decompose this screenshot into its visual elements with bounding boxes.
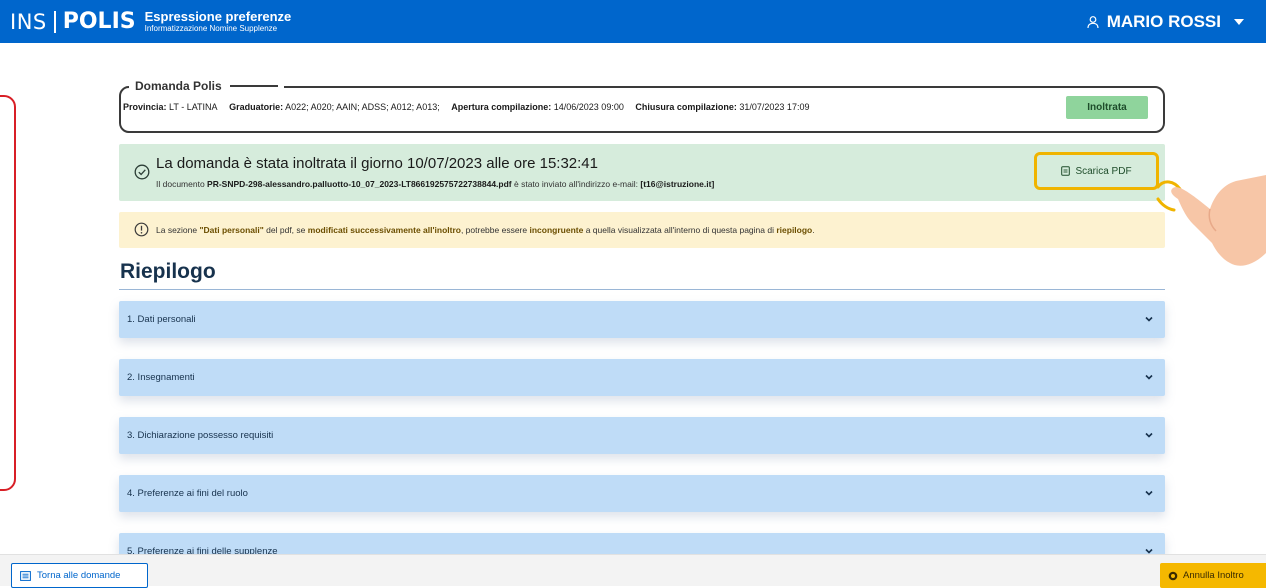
check-circle-icon (134, 164, 150, 180)
provincia-label: Provincia: (123, 102, 167, 112)
warning-alert: La sezione "Dati personali" del pdf, se … (119, 212, 1165, 248)
pdf-filename: PR-SNPD-298-alessandro.palluotto-10_07_2… (207, 179, 512, 189)
success-alert: La domanda è stata inoltrata il giorno 1… (119, 144, 1165, 201)
exclamation-circle-icon (134, 222, 149, 237)
warning-text-part: a quella visualizzata all'interno di que… (585, 225, 774, 235)
graduatorie-value: A022; A020; AAIN; ADSS; A012; A013; (285, 102, 440, 112)
success-title: La domanda è stata inoltrata il giorno 1… (156, 155, 598, 172)
riepilogo-title: Riepilogo (120, 260, 216, 283)
warning-text-part: La sezione (156, 225, 198, 235)
accordion-label: 4. Preferenze ai fini del ruolo (127, 488, 248, 499)
annulla-label: Annulla Inoltro (1183, 570, 1244, 581)
accordion-insegnamenti[interactable]: 2. Insegnamenti (119, 359, 1165, 396)
ins-polis-logo[interactable]: INS POLIS (10, 0, 136, 43)
accordion-dati-personali[interactable]: 1. Dati personali (119, 301, 1165, 338)
chiusura-value: 31/07/2023 17:09 (739, 102, 810, 112)
top-bar: INS POLIS Espressione preferenze Informa… (0, 0, 1266, 43)
accordion-label: 2. Insegnamenti (127, 372, 195, 383)
bottom-action-bar: Torna alle domande Annulla Inoltro (0, 554, 1266, 588)
pointing-hand-icon (1156, 175, 1266, 266)
scarica-pdf-label: Scarica PDF (1075, 165, 1132, 177)
stop-circle-icon (1168, 571, 1178, 580)
warning-text-bold: riepilogo (776, 225, 813, 235)
list-icon (20, 570, 31, 581)
logo-ins-text: INS (10, 9, 47, 34)
chevron-down-icon (1145, 490, 1153, 496)
status-badge: Inoltrata (1066, 96, 1148, 119)
legend-line (229, 85, 278, 87)
chiusura-label: Chiusura compilazione: (635, 102, 737, 112)
user-name: MARIO ROSSI (1106, 11, 1221, 31)
domanda-legend-label: Domanda Polis (135, 79, 222, 93)
warning-text-part: , potrebbe essere (460, 225, 528, 235)
user-icon (1087, 15, 1099, 28)
accordion-label: 1. Dati personali (127, 314, 196, 325)
email-address: [t16@istruzione.it] (640, 179, 715, 189)
domanda-legend: Domanda Polis (129, 79, 284, 93)
success-text: Il documento PR-SNPD-298-alessandro.pall… (156, 179, 714, 189)
accordion-preferenze-ruolo[interactable]: 4. Preferenze ai fini del ruolo (119, 475, 1165, 512)
warning-text-bold: "Dati personali" (199, 225, 264, 235)
accordion-label: 3. Dichiarazione possesso requisiti (127, 430, 274, 441)
annulla-inoltro-button[interactable]: Annulla Inoltro (1160, 563, 1266, 588)
accordion-dichiarazione-requisiti[interactable]: 3. Dichiarazione possesso requisiti (119, 417, 1165, 454)
annotation-red-frame (0, 95, 16, 491)
caret-down-icon (1234, 18, 1244, 25)
chevron-down-icon (1145, 374, 1153, 380)
success-text-prefix: Il documento (156, 179, 205, 189)
chevron-down-icon (1145, 316, 1153, 322)
apertura-value: 14/06/2023 09:00 (553, 102, 624, 112)
graduatorie-label: Graduatorie: (229, 102, 284, 112)
logo-polis-text: POLIS (62, 9, 136, 34)
user-menu[interactable]: MARIO ROSSI (1086, 0, 1244, 43)
warning-text: La sezione "Dati personali" del pdf, se … (156, 225, 815, 235)
logo-separator (53, 10, 56, 33)
warning-text-part: . (812, 225, 815, 235)
success-text-middle: è stato inviato all'indirizzo e-mail: (514, 179, 638, 189)
scarica-pdf-button[interactable]: Scarica PDF (1034, 152, 1159, 190)
torna-label: Torna alle domande (37, 570, 121, 581)
title-divider (119, 289, 1165, 290)
warning-text-bold: incongruente (529, 225, 584, 235)
provincia-value: LT - LATINA (169, 102, 218, 112)
warning-text-part: del pdf, se (266, 225, 306, 235)
app-title-block: Espressione preferenze Informatizzazione… (145, 10, 292, 33)
app-subtitle: Informatizzazione Nomine Supplenze (144, 24, 278, 33)
warning-text-bold: modificati successivamente all'inoltro (307, 225, 461, 235)
domanda-info: Provincia: LT - LATINA Graduatorie: A022… (123, 102, 809, 112)
apertura-label: Apertura compilazione: (451, 102, 552, 112)
domanda-polis-panel: Domanda Polis Provincia: LT - LATINA Gra… (119, 79, 1165, 133)
file-pdf-icon (1061, 166, 1071, 176)
chevron-down-icon (1145, 432, 1153, 438)
app-title: Espressione preferenze (144, 9, 292, 24)
torna-alle-domande-button[interactable]: Torna alle domande (11, 563, 148, 588)
